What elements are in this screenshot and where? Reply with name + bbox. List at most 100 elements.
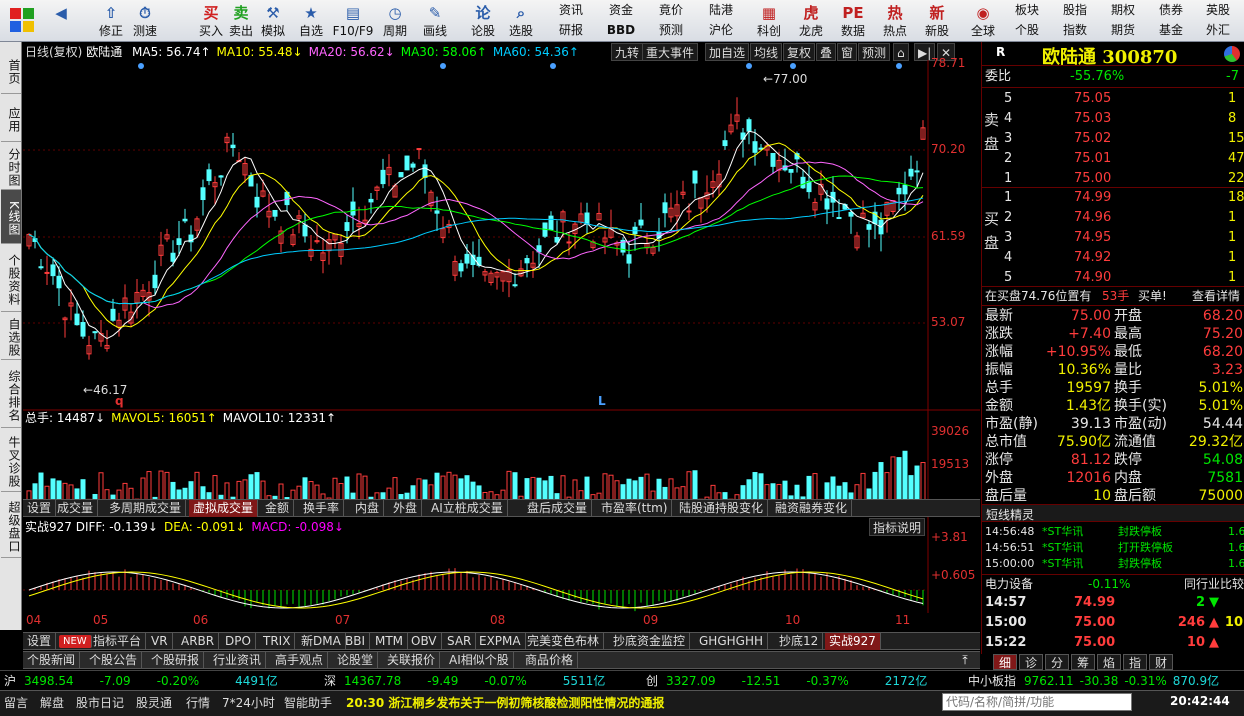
buy-row-3[interactable]: 3 74.95 1 — [982, 229, 1244, 247]
left-tab-0[interactable]: 首页 — [1, 46, 21, 94]
event-diamond-icon[interactable] — [790, 63, 796, 69]
left-tab-1[interactable]: 应用 — [1, 94, 21, 142]
toolbar-button-8[interactable]: ◷ 周期 — [378, 0, 412, 42]
toolbar-guzhi[interactable]: 股指 — [1052, 0, 1098, 20]
volume-tab-8[interactable]: AI立桩成交量 — [427, 500, 508, 517]
toolbar-yanbao[interactable]: 研报 — [548, 20, 594, 40]
toolbar-zhaiquan[interactable]: 债券 — [1148, 0, 1194, 20]
status-item-6[interactable]: 智能助手 — [284, 694, 332, 711]
toolbar2-button-4[interactable]: 新新股 — [918, 0, 956, 42]
indicator-tab-3[interactable]: VR — [147, 633, 173, 650]
news-tab-5[interactable]: 论股堂 — [333, 652, 379, 669]
scroll-top-icon[interactable]: ⤒ — [952, 652, 978, 668]
toolbar-zijin[interactable]: 资金 — [598, 0, 644, 20]
buy-row-1[interactable]: 1 74.99 18 — [982, 189, 1244, 207]
chart-top-button-0[interactable]: 九转 — [611, 43, 644, 61]
search-input[interactable] — [942, 693, 1132, 711]
toolbar-button-5[interactable]: ⚒ 模拟 — [256, 0, 290, 42]
status-item-0[interactable]: 留言 — [4, 694, 28, 711]
toolbar-hulun[interactable]: 沪伦 — [698, 20, 744, 40]
toolbar2-button-2[interactable]: PE 数据 — [834, 0, 872, 42]
indicator-tab-4[interactable]: ARBR — [177, 633, 220, 650]
toolbar-button-3[interactable]: 买买入 — [194, 0, 228, 42]
indicator-tab-1[interactable]: NEW — [59, 635, 92, 648]
period-label[interactable]: 日线(复权) — [25, 45, 82, 59]
index-item-1[interactable]: 深 14367.78 -9.49 -0.07% 5511亿 — [324, 673, 640, 689]
indicator-tab-16[interactable]: 抄底12 — [775, 633, 824, 650]
news-tab-6[interactable]: 关联报价 — [383, 652, 441, 669]
toolbar-bankuai[interactable]: 板块 — [1004, 0, 1050, 20]
toolbar-yuce[interactable]: 预测 — [648, 20, 694, 40]
indicator-tab-15[interactable]: GHGHGHH — [695, 633, 768, 650]
volume-tab-1[interactable]: 成交量 — [53, 500, 99, 517]
index-item-3[interactable]: 中小板指 9762.11 -30.38 -0.31% 870.9亿 — [968, 673, 1242, 689]
news-tab-7[interactable]: AI相似个股 — [445, 652, 514, 669]
quote-tab-0[interactable]: 细 — [993, 654, 1017, 670]
toolbar-button-0[interactable]: ◀ — [44, 0, 78, 42]
toolbar-button-9[interactable]: ✎ 画线 — [418, 0, 452, 42]
status-item-1[interactable]: 解盘 — [40, 694, 64, 711]
indicator-tab-2[interactable]: 指标平台 — [89, 633, 147, 650]
toolbar2-button-5[interactable]: ◉ 全球 — [964, 0, 1002, 42]
news-tab-1[interactable]: 个股公告 — [85, 652, 143, 669]
sell-row-3[interactable]: 3 75.02 15 — [982, 130, 1244, 148]
status-item-3[interactable]: 股灵通 — [136, 694, 172, 711]
chart-top-button-7[interactable]: 预测 — [858, 43, 891, 61]
industry-compare-link[interactable]: 同行业比较 — [1184, 575, 1244, 593]
buy-row-5[interactable]: 5 74.90 1 — [982, 269, 1244, 287]
indicator-tab-12[interactable]: EXPMA — [475, 633, 526, 650]
chart-top-button-6[interactable]: 窗 — [837, 43, 858, 61]
toolbar-button-1[interactable]: ⇧ 修正 — [94, 0, 128, 42]
toolbar-qihuo[interactable]: 期货 — [1100, 20, 1146, 40]
event-diamond-icon[interactable] — [550, 63, 556, 69]
toolbar-button-7[interactable]: ▤ F10/F9 — [330, 0, 376, 42]
left-tab-4[interactable]: 个股资料 — [1, 244, 21, 312]
toolbar-yinggu[interactable]: 英股 — [1196, 0, 1240, 20]
toolbar-button-11[interactable]: ⌕ 选股 — [504, 0, 538, 42]
indicator-tab-5[interactable]: DPO — [221, 633, 256, 650]
toolbar-zhishu[interactable]: 指数 — [1052, 20, 1098, 40]
volume-tab-5[interactable]: 换手率 — [299, 500, 345, 517]
left-tab-7[interactable]: 牛叉诊股 — [1, 428, 21, 492]
volume-tab-6[interactable]: 内盘 — [351, 500, 385, 517]
toolbar2-button-1[interactable]: 虎龙虎 — [792, 0, 830, 42]
status-item-2[interactable]: 股市日记 — [76, 694, 124, 711]
indicator-tab-11[interactable]: SAR — [443, 633, 477, 650]
quote-tab-1[interactable]: 诊 — [1019, 654, 1043, 670]
indicator-tab-10[interactable]: OBV — [407, 633, 442, 650]
buy-row-2[interactable]: 2 74.96 1 — [982, 209, 1244, 227]
quote-tab-5[interactable]: 指 — [1123, 654, 1147, 670]
buy-row-4[interactable]: 4 74.92 1 — [982, 249, 1244, 267]
chart-top-button-5[interactable]: 叠 — [816, 43, 837, 61]
toolbar-button-4[interactable]: 卖卖出 — [224, 0, 258, 42]
toolbar-gegu[interactable]: 个股 — [1004, 20, 1050, 40]
status-item-4[interactable]: 行情 — [186, 694, 210, 711]
volume-tab-0[interactable]: 设置 — [23, 500, 57, 517]
indicator-tab-9[interactable]: MTM — [371, 633, 409, 650]
toolbar-waihui[interactable]: 外汇 — [1196, 20, 1240, 40]
app-logo[interactable] — [4, 4, 40, 38]
event-diamond-icon[interactable] — [138, 63, 144, 69]
news-tab-2[interactable]: 个股研报 — [147, 652, 205, 669]
volume-tab-9[interactable]: 盘后成交量 — [523, 500, 593, 517]
volume-tab-10[interactable]: 市盈率(ttm) — [597, 500, 673, 517]
toolbar2-button-0[interactable]: ▦ 科创 — [750, 0, 788, 42]
short-line-row[interactable]: 14:56:51 *ST华讯 打开跌停板 1.6 — [982, 540, 1244, 556]
sell-row-1[interactable]: 1 75.00 22 — [982, 170, 1244, 188]
toolbar-button-2[interactable]: ⏱ 测速 — [128, 0, 162, 42]
toolbar-button-10[interactable]: 论论股 — [466, 0, 500, 42]
indicator-tab-7[interactable]: 新DMA — [297, 633, 346, 650]
indicator-tab-0[interactable]: 设置 — [23, 633, 57, 650]
industry-name[interactable]: 电力设备 — [985, 575, 1033, 593]
news-tab-3[interactable]: 行业资讯 — [209, 652, 267, 669]
toolbar-button-6[interactable]: ★ 自选 — [294, 0, 328, 42]
indicator-tab-6[interactable]: TRIX — [259, 633, 296, 650]
left-tab-6[interactable]: 综合排名 — [1, 360, 21, 428]
short-line-title[interactable]: 短线精灵 — [986, 506, 1034, 523]
indicator-tab-8[interactable]: BBI — [341, 633, 371, 650]
toolbar-jingjia[interactable]: 竟价 — [648, 0, 694, 20]
view-details-link[interactable]: 查看详情 — [1192, 287, 1240, 305]
sell-row-5[interactable]: 5 75.05 1 — [982, 90, 1244, 108]
volume-tab-7[interactable]: 外盘 — [389, 500, 423, 517]
volume-tab-11[interactable]: 陆股通持股变化 — [675, 500, 769, 517]
